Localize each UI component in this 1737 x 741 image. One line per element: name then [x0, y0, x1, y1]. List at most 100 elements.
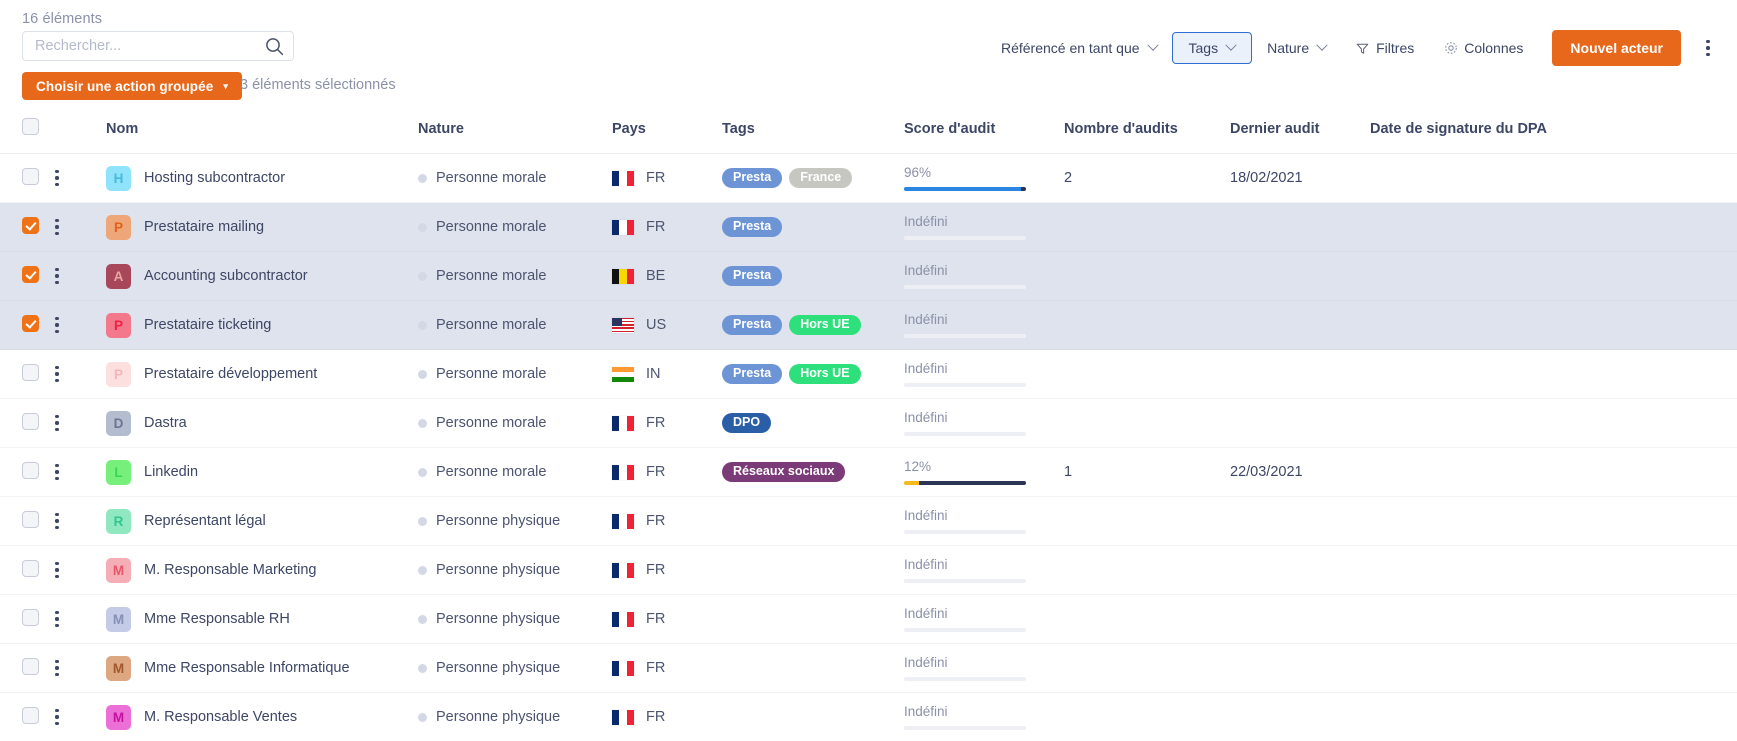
- table-row[interactable]: M M. Responsable Ventes Personne physiqu…: [0, 692, 1737, 741]
- tag-badge[interactable]: Réseaux sociaux: [722, 461, 846, 483]
- row-checkbox[interactable]: [22, 363, 39, 381]
- tag-badge[interactable]: Hors UE: [789, 314, 861, 336]
- row-checkbox[interactable]: [22, 559, 39, 577]
- header-nature[interactable]: Nature: [418, 112, 612, 154]
- table-row[interactable]: M M. Responsable Marketing Personne phys…: [0, 545, 1737, 595]
- colonnes-button[interactable]: Colonnes: [1429, 31, 1538, 65]
- row-checkbox[interactable]: [22, 265, 39, 283]
- name-cell[interactable]: L Linkedin: [106, 447, 418, 497]
- header-date-signature-dpa[interactable]: Date de signature du DPA: [1370, 112, 1737, 154]
- row-checkbox[interactable]: [22, 510, 39, 528]
- new-actor-button[interactable]: Nouvel acteur: [1552, 30, 1681, 66]
- name-cell[interactable]: R Représentant légal: [106, 496, 418, 546]
- tag-badge[interactable]: Presta: [722, 167, 783, 189]
- table-row[interactable]: M Mme Responsable Informatique Personne …: [0, 643, 1737, 693]
- search-input[interactable]: [22, 31, 294, 61]
- header-dernier-audit[interactable]: Dernier audit: [1230, 112, 1370, 154]
- more-vertical-icon[interactable]: [48, 267, 66, 285]
- name-cell[interactable]: D Dastra: [106, 398, 418, 448]
- header-nom[interactable]: Nom: [106, 112, 418, 154]
- more-vertical-icon[interactable]: [48, 659, 66, 677]
- name-cell[interactable]: M M. Responsable Marketing: [106, 545, 418, 595]
- more-vertical-icon[interactable]: [48, 561, 66, 579]
- table-row[interactable]: R Représentant légal Personne physique F…: [0, 496, 1737, 546]
- table-row[interactable]: A Accounting subcontractor Personne mora…: [0, 251, 1737, 301]
- row-checkbox[interactable]: [22, 314, 39, 332]
- tag-badge[interactable]: DPO: [722, 412, 772, 434]
- table-row[interactable]: H Hosting subcontractor Personne morale …: [0, 153, 1737, 203]
- row-actions-cell[interactable]: [48, 349, 106, 399]
- row-actions-cell[interactable]: [48, 153, 106, 203]
- row-checkbox[interactable]: [22, 706, 39, 724]
- row-select-cell[interactable]: [0, 692, 48, 741]
- table-row[interactable]: L Linkedin Personne morale FR Réseaux so…: [0, 447, 1737, 497]
- tag-badge[interactable]: Presta: [722, 265, 783, 287]
- more-vertical-icon[interactable]: [48, 414, 66, 432]
- table-row[interactable]: P Prestataire ticketing Personne morale …: [0, 300, 1737, 350]
- name-cell[interactable]: P Prestataire mailing: [106, 202, 418, 252]
- row-checkbox[interactable]: [22, 412, 39, 430]
- row-select-cell[interactable]: [0, 643, 48, 693]
- more-vertical-icon[interactable]: [48, 463, 66, 481]
- name-cell[interactable]: P Prestataire développement: [106, 349, 418, 399]
- row-actions-cell[interactable]: [48, 300, 106, 350]
- row-select-cell[interactable]: [0, 349, 48, 399]
- more-vertical-icon[interactable]: [48, 316, 66, 334]
- bulk-action-button[interactable]: Choisir une action groupée ▾: [22, 72, 242, 100]
- filter-nature[interactable]: Nature: [1252, 31, 1341, 65]
- row-select-cell[interactable]: [0, 300, 48, 350]
- search-icon[interactable]: [264, 36, 284, 56]
- more-vertical-icon[interactable]: [1697, 39, 1719, 57]
- name-cell[interactable]: A Accounting subcontractor: [106, 251, 418, 301]
- tag-badge[interactable]: Hors UE: [789, 363, 861, 385]
- row-select-cell[interactable]: [0, 496, 48, 546]
- filtres-button[interactable]: Filtres: [1341, 31, 1429, 65]
- row-select-cell[interactable]: [0, 251, 48, 301]
- row-select-cell[interactable]: [0, 594, 48, 644]
- filter-referenced-as[interactable]: Référencé en tant que: [986, 31, 1172, 65]
- select-all-checkbox[interactable]: [22, 118, 39, 135]
- more-vertical-icon[interactable]: [48, 218, 66, 236]
- header-tags[interactable]: Tags: [722, 112, 904, 154]
- row-actions-cell[interactable]: [48, 643, 106, 693]
- more-vertical-icon[interactable]: [48, 169, 66, 187]
- row-actions-cell[interactable]: [48, 251, 106, 301]
- filter-tags[interactable]: Tags: [1171, 32, 1253, 64]
- row-select-cell[interactable]: [0, 202, 48, 252]
- header-nombre-audits[interactable]: Nombre d'audits: [1064, 112, 1230, 154]
- more-vertical-icon[interactable]: [48, 610, 66, 628]
- table-row[interactable]: P Prestataire mailing Personne morale FR…: [0, 202, 1737, 252]
- name-cell[interactable]: M M. Responsable Ventes: [106, 692, 418, 741]
- row-checkbox[interactable]: [22, 608, 39, 626]
- row-checkbox[interactable]: [22, 461, 39, 479]
- header-score-audit[interactable]: Score d'audit: [904, 112, 1064, 154]
- row-actions-cell[interactable]: [48, 202, 106, 252]
- row-actions-cell[interactable]: [48, 692, 106, 741]
- row-checkbox[interactable]: [22, 657, 39, 675]
- tag-badge[interactable]: Presta: [722, 216, 783, 238]
- tag-badge[interactable]: Presta: [722, 314, 783, 336]
- row-select-cell[interactable]: [0, 398, 48, 448]
- more-vertical-icon[interactable]: [48, 365, 66, 383]
- name-cell[interactable]: H Hosting subcontractor: [106, 153, 418, 203]
- name-cell[interactable]: M Mme Responsable RH: [106, 594, 418, 644]
- row-actions-cell[interactable]: [48, 496, 106, 546]
- table-row[interactable]: M Mme Responsable RH Personne physique F…: [0, 594, 1737, 644]
- more-vertical-icon[interactable]: [48, 708, 66, 726]
- row-checkbox[interactable]: [22, 216, 39, 234]
- more-vertical-icon[interactable]: [48, 512, 66, 530]
- search-box[interactable]: [22, 31, 294, 61]
- tag-badge[interactable]: France: [789, 167, 853, 189]
- tag-badge[interactable]: Presta: [722, 363, 783, 385]
- table-row[interactable]: P Prestataire développement Personne mor…: [0, 349, 1737, 399]
- table-row[interactable]: D Dastra Personne morale FR DPO Indéfini: [0, 398, 1737, 448]
- row-actions-cell[interactable]: [48, 398, 106, 448]
- row-select-cell[interactable]: [0, 545, 48, 595]
- row-actions-cell[interactable]: [48, 545, 106, 595]
- header-pays[interactable]: Pays: [612, 112, 722, 154]
- row-actions-cell[interactable]: [48, 447, 106, 497]
- row-checkbox[interactable]: [22, 167, 39, 185]
- row-select-cell[interactable]: [0, 447, 48, 497]
- name-cell[interactable]: M Mme Responsable Informatique: [106, 643, 418, 693]
- name-cell[interactable]: P Prestataire ticketing: [106, 300, 418, 350]
